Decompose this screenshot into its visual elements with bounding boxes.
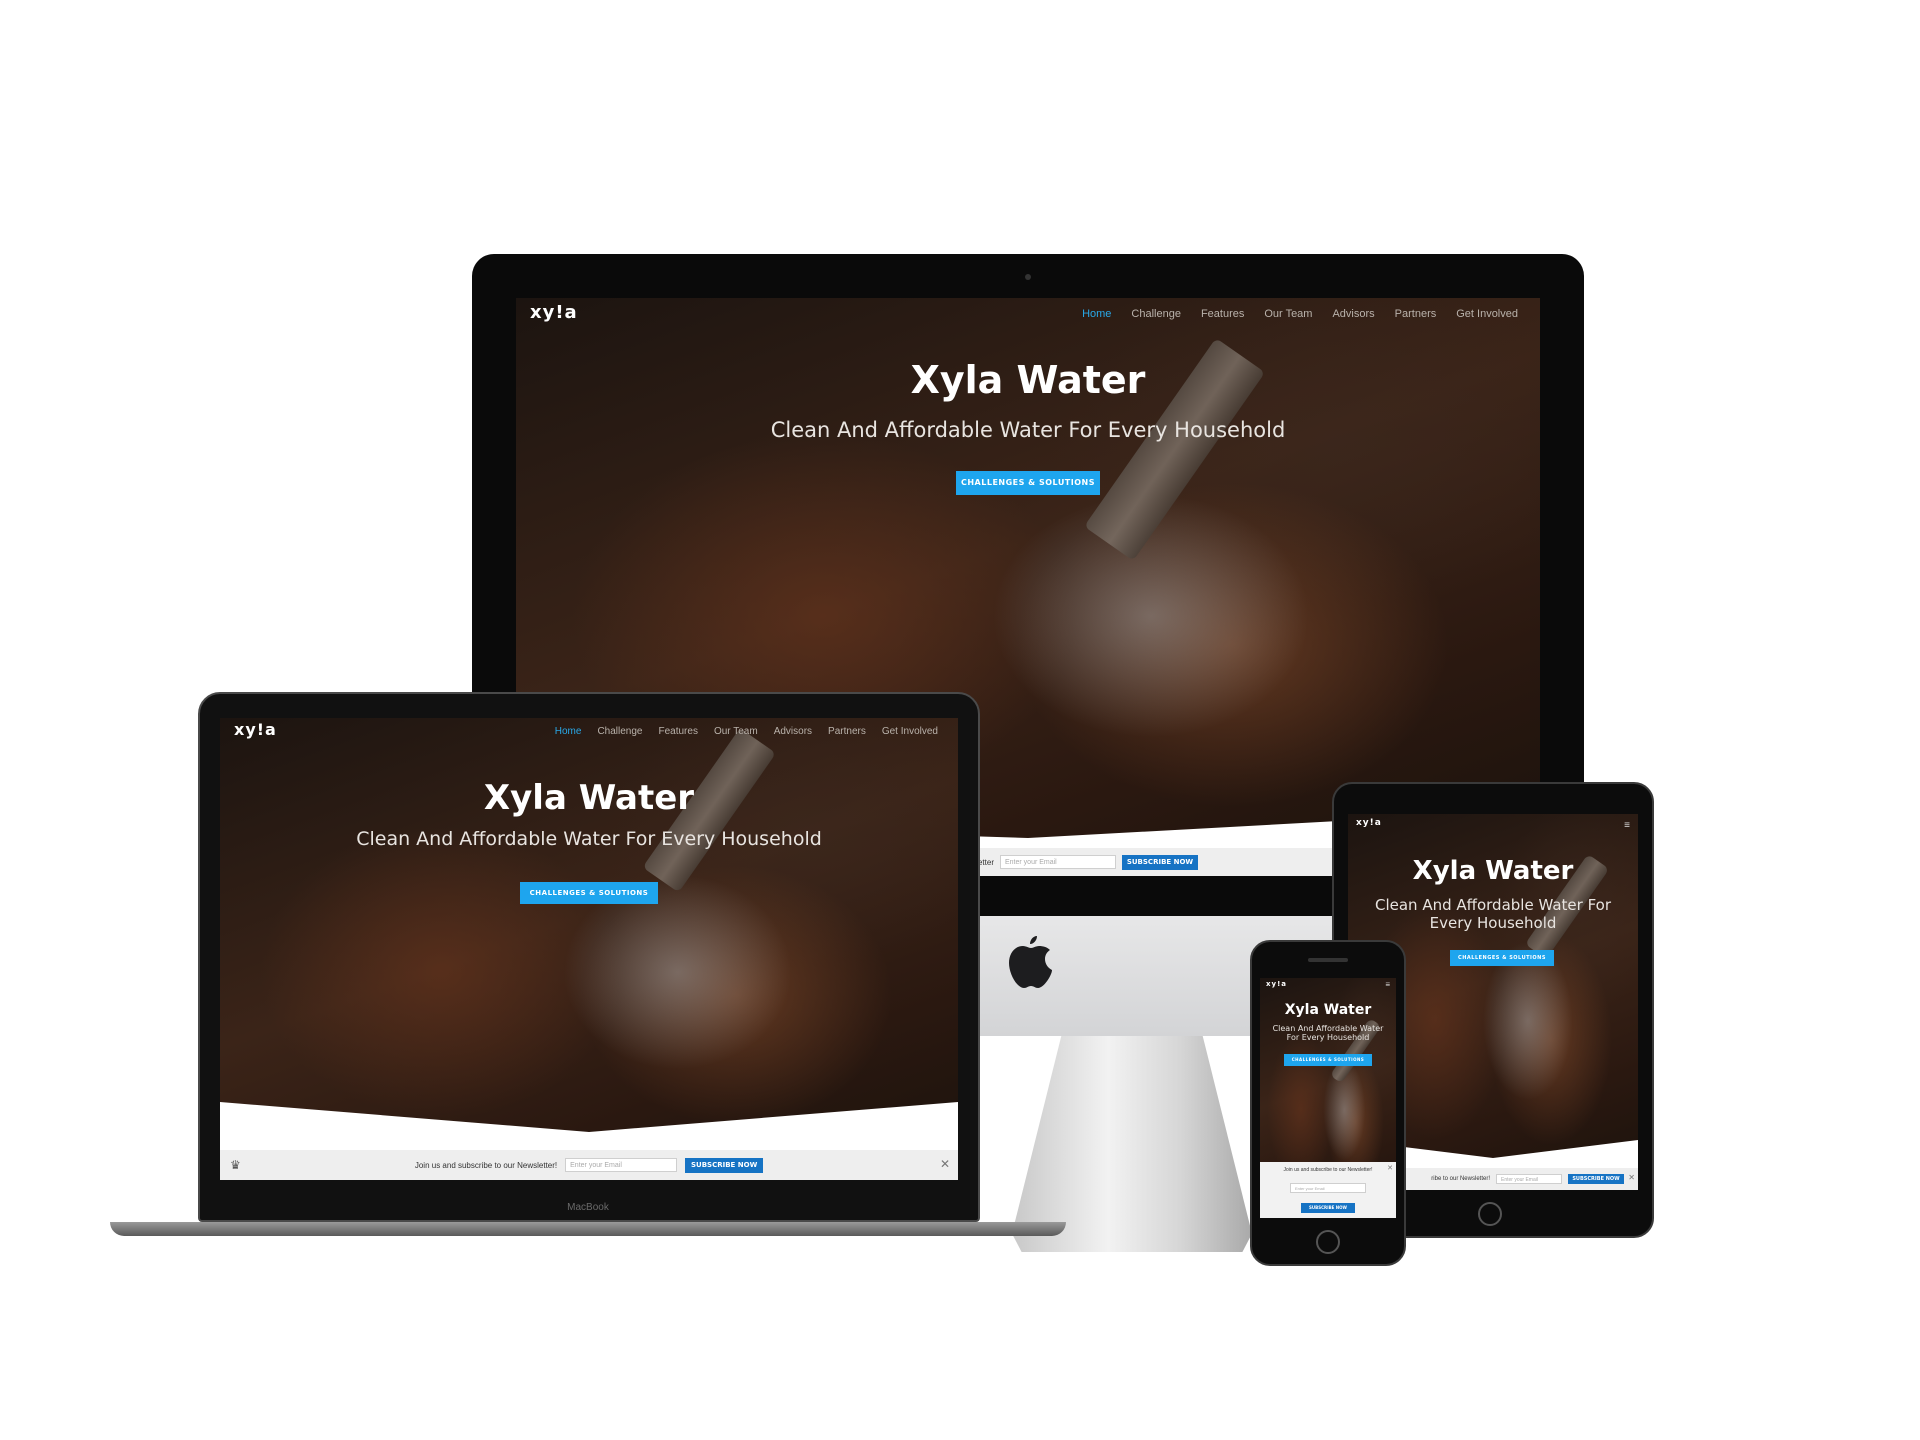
newsletter-email-input[interactable]: Enter your Email (1290, 1183, 1366, 1193)
nav-partners[interactable]: Partners (828, 726, 866, 737)
subscribe-now-button[interactable]: Subscribe Now (1568, 1174, 1624, 1184)
nav-partners[interactable]: Partners (1395, 308, 1437, 320)
subscribe-now-button[interactable]: Subscribe Now (1122, 854, 1198, 870)
macbook-device: xy!a Home Challenge Features Our Team Ad… (110, 692, 1066, 1252)
newsletter-email-input[interactable]: Enter your Email (565, 1158, 678, 1172)
iphone-speaker (1308, 958, 1348, 962)
newsletter-email-input[interactable]: Enter your Email (1496, 1174, 1562, 1184)
main-nav: Home Challenge Features Our Team Advisor… (1082, 308, 1518, 320)
nav-get-involved[interactable]: Get Involved (882, 726, 938, 737)
newsletter-text: ribe to our Newsletter! (1431, 1176, 1490, 1182)
site-logo[interactable]: xy!a (1266, 980, 1287, 988)
macbook-base (110, 1222, 1066, 1236)
nav-challenge[interactable]: Challenge (597, 726, 642, 737)
nav-features[interactable]: Features (658, 726, 697, 737)
nav-get-involved[interactable]: Get Involved (1456, 308, 1518, 320)
close-icon[interactable]: ✕ (1628, 1173, 1635, 1182)
hamburger-menu-icon[interactable]: ≡ (1624, 820, 1630, 831)
hero-subtitle: Clean And Affordable Water For Every Hou… (770, 418, 1286, 442)
main-nav: Home Challenge Features Our Team Advisor… (555, 726, 938, 737)
nav-home[interactable]: Home (555, 726, 582, 737)
nav-home[interactable]: Home (1082, 308, 1111, 320)
challenges-solutions-button[interactable]: Challenges & Solutions (956, 471, 1100, 495)
hero-subtitle: Clean And Affordable Water For Every Hou… (1272, 1024, 1384, 1042)
home-button-icon[interactable] (1316, 1230, 1340, 1254)
iphone-device: xy!a ≡ Xyla Water Clean And Affordable W… (1250, 940, 1406, 1266)
macbook-screen: xy!a Home Challenge Features Our Team Ad… (220, 718, 958, 1180)
site-logo[interactable]: xy!a (234, 720, 277, 739)
nav-challenge[interactable]: Challenge (1131, 308, 1181, 320)
hero-title: Xyla Water (1412, 856, 1574, 886)
iphone-screen: xy!a ≡ Xyla Water Clean And Affordable W… (1260, 978, 1396, 1218)
challenges-solutions-button[interactable]: Challenges & Solutions (1450, 950, 1554, 966)
close-icon[interactable]: ✕ (1387, 1164, 1393, 1172)
newsletter-bar: Join us and subscribe to our Newsletter!… (1260, 1162, 1396, 1218)
nav-our-team[interactable]: Our Team (1264, 308, 1312, 320)
site-logo[interactable]: xy!a (1356, 818, 1382, 828)
home-button-icon[interactable] (1478, 1202, 1502, 1226)
nav-our-team[interactable]: Our Team (714, 726, 758, 737)
challenges-solutions-button[interactable]: Challenges & Solutions (520, 882, 658, 904)
nav-advisors[interactable]: Advisors (774, 726, 812, 737)
hero-title: Xyla Water (1284, 1002, 1372, 1018)
macbook-brand-label: MacBook (567, 1202, 609, 1213)
nav-advisors[interactable]: Advisors (1332, 308, 1374, 320)
hero-title: Xyla Water (910, 358, 1146, 402)
imac-camera (1025, 274, 1031, 280)
site-logo[interactable]: xy!a (530, 302, 578, 323)
newsletter-text: Join us and subscribe to our Newsletter! (1283, 1167, 1373, 1173)
hero-title: Xyla Water (483, 778, 695, 818)
subscribe-now-button[interactable]: Subscribe Now (685, 1157, 764, 1173)
close-icon[interactable]: ✕ (940, 1157, 950, 1171)
newsletter-bar: ♛ Join us and subscribe to our Newslette… (220, 1150, 958, 1180)
hero-subtitle: Clean And Affordable Water For Every Hou… (356, 828, 822, 850)
newsletter-text: Join us and subscribe to our Newsletter! (414, 1160, 558, 1170)
crown-icon: ♛ (230, 1158, 241, 1172)
hero-subtitle: Clean And Affordable Water For Every Hou… (1374, 896, 1611, 932)
nav-features[interactable]: Features (1201, 308, 1244, 320)
hamburger-menu-icon[interactable]: ≡ (1385, 980, 1390, 989)
subscribe-now-button[interactable]: Subscribe Now (1301, 1203, 1355, 1213)
challenges-solutions-button[interactable]: Challenges & Solutions (1284, 1054, 1372, 1066)
